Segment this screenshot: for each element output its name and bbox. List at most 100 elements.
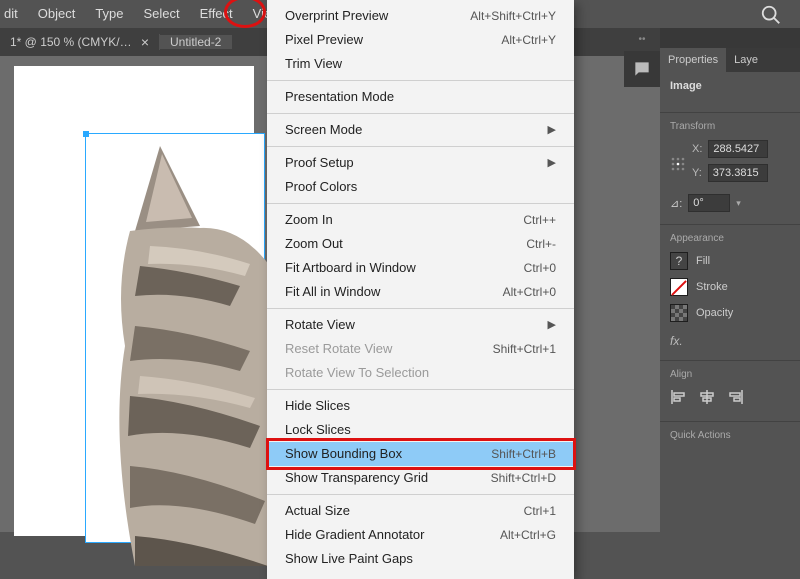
section-transform: Transform X: Y: ⊿: ▾	[660, 113, 800, 225]
opacity-swatch[interactable]	[670, 304, 688, 322]
menu-item-label: Zoom In	[285, 211, 333, 229]
menu-item-hide-gradient-annotator[interactable]: Hide Gradient Annotator Alt+Ctrl+G	[267, 523, 574, 547]
section-quick-actions: Quick Actions	[660, 422, 800, 461]
panel-dock: ••	[624, 28, 660, 100]
menu-item-fit-artboard-in-window[interactable]: Fit Artboard in Window Ctrl+0	[267, 256, 574, 280]
menu-item-label: Show Transparency Grid	[285, 469, 428, 487]
menu-item-screen-mode[interactable]: Screen Mode ▶	[267, 118, 574, 142]
menu-separator	[267, 80, 574, 81]
transform-angle-input[interactable]	[688, 194, 730, 212]
comments-icon[interactable]	[624, 51, 660, 87]
menu-item-label: Hide Gradient Annotator	[285, 526, 424, 544]
stroke-label: Stroke	[696, 281, 728, 293]
menu-item-label: Fit Artboard in Window	[285, 259, 416, 277]
fx-label[interactable]: fx.	[670, 330, 790, 348]
menu-item-label: Reset Rotate View	[285, 340, 392, 358]
menu-item-label: Proof Colors	[285, 178, 357, 196]
opacity-label: Opacity	[696, 307, 733, 319]
menu-item-show-live-paint-gaps[interactable]: Show Live Paint Gaps	[267, 547, 574, 571]
menu-item-trim-view[interactable]: Trim View	[267, 52, 574, 76]
menu-separator	[267, 203, 574, 204]
dock-grip[interactable]: ••	[624, 28, 660, 45]
menu-item-shortcut: Shift+Ctrl+B	[491, 445, 556, 463]
menu-separator	[267, 113, 574, 114]
panel-tabs: Properties Laye	[660, 48, 800, 72]
menu-separator	[267, 389, 574, 390]
menu-item-label: Show Live Paint Gaps	[285, 550, 413, 568]
document-tab-0[interactable]: 1* @ 150 % (CMYK/Preview) ×	[0, 34, 160, 50]
menu-item-shortcut: Ctrl+-	[526, 235, 556, 253]
section-appearance: Appearance ? Fill Stroke Opacity fx.	[660, 225, 800, 361]
menu-item-label: Fit All in Window	[285, 283, 380, 301]
document-tab-0-label: 1* @ 150 % (CMYK/Preview)	[10, 35, 133, 49]
menu-item-hide-slices[interactable]: Hide Slices	[267, 394, 574, 418]
close-icon[interactable]: ×	[141, 34, 149, 50]
menu-item-fit-all-in-window[interactable]: Fit All in WindowAlt+Ctrl+0	[267, 280, 574, 304]
menu-item-label: Proof Setup	[285, 154, 354, 172]
menu-item-shortcut: Ctrl+1	[524, 502, 556, 520]
tab-layers[interactable]: Laye	[726, 48, 766, 72]
menu-object[interactable]: Object	[28, 0, 86, 28]
transform-x-input[interactable]	[708, 140, 768, 158]
menu-item-label: Rotate View	[285, 316, 355, 334]
menu-item-rotate-view[interactable]: Rotate View ▶	[267, 313, 574, 337]
menu-item-label: Actual Size	[285, 502, 350, 520]
menu-item-label: Screen Mode	[285, 121, 362, 139]
menu-item-zoom-out[interactable]: Zoom Out Ctrl+-	[267, 232, 574, 256]
menu-item-label: Overprint Preview	[285, 7, 388, 25]
menu-item-lock-slices[interactable]: Lock Slices	[267, 418, 574, 442]
align-hcenter-icon[interactable]	[698, 388, 716, 409]
menu-item-actual-size[interactable]: Actual Size Ctrl+1	[267, 499, 574, 523]
search-icon[interactable]	[760, 4, 782, 26]
menu-item-label: Hide Slices	[285, 397, 350, 415]
section-align-title: Align	[670, 369, 790, 380]
align-left-icon[interactable]	[670, 388, 688, 409]
menu-item-label: Rotate View To Selection	[285, 364, 429, 382]
document-tab-1-label: Untitled-2	[170, 35, 221, 49]
menu-separator	[267, 494, 574, 495]
menu-item-label: Zoom Out	[285, 235, 343, 253]
menu-item-zoom-in[interactable]: Zoom InCtrl++	[267, 208, 574, 232]
chevron-right-icon: ▶	[548, 316, 556, 334]
chevron-right-icon: ▶	[548, 154, 556, 172]
dropdown-chevron-icon[interactable]: ▾	[736, 198, 741, 209]
menu-type[interactable]: Type	[85, 0, 133, 28]
menu-separator	[267, 308, 574, 309]
menu-item-presentation-mode[interactable]: Presentation Mode	[267, 85, 574, 109]
menu-item-proof-colors[interactable]: Proof Colors	[267, 175, 574, 199]
section-align: Align	[660, 361, 800, 422]
section-transform-title: Transform	[670, 121, 790, 132]
menu-item-reset-rotate-view: Reset Rotate View Shift+Ctrl+1	[267, 337, 574, 361]
fill-label: Fill	[696, 255, 710, 267]
tab-properties[interactable]: Properties	[660, 48, 726, 72]
artwork-cat[interactable]	[80, 136, 270, 566]
fill-swatch[interactable]: ?	[670, 252, 688, 270]
menu-item-shortcut: Alt+Shift+Ctrl+Y	[470, 7, 556, 25]
transform-y-input[interactable]	[708, 164, 768, 182]
transform-y-label: Y:	[692, 167, 702, 179]
menu-select[interactable]: Select	[134, 0, 190, 28]
section-appearance-title: Appearance	[670, 233, 790, 244]
menu-item-shortcut: Shift+Ctrl+1	[493, 340, 556, 358]
menu-item-overprint-preview[interactable]: Overprint Preview Alt+Shift+Ctrl+Y	[267, 4, 574, 28]
properties-panel: Properties Laye Image Transform X: Y:	[660, 48, 800, 532]
menu-item-label: Presentation Mode	[285, 88, 394, 106]
menu-item-shortcut: Alt+Ctrl+G	[500, 526, 556, 544]
section-kind: Image	[660, 72, 800, 113]
menu-item-show-bounding-box[interactable]: Show Bounding BoxShift+Ctrl+B	[267, 442, 574, 466]
menu-item-show-transparency-grid[interactable]: Show Transparency Grid Shift+Ctrl+D	[267, 466, 574, 490]
reference-point-icon[interactable]	[670, 150, 686, 178]
transform-x-label: X:	[692, 143, 702, 155]
menu-item-rotate-view-to-selection: Rotate View To Selection	[267, 361, 574, 385]
stroke-swatch[interactable]	[670, 278, 688, 296]
menu-effect[interactable]: Effect	[190, 0, 243, 28]
menu-item-shortcut: Ctrl+0	[524, 259, 556, 277]
menu-item-pixel-preview[interactable]: Pixel PreviewAlt+Ctrl+Y	[267, 28, 574, 52]
menu-item-shortcut: Shift+Ctrl+D	[491, 469, 556, 487]
document-tab-1[interactable]: Untitled-2	[160, 35, 232, 49]
menu-item-label: Pixel Preview	[285, 31, 363, 49]
menu-edit[interactable]: dit	[4, 0, 28, 28]
chevron-right-icon: ▶	[548, 121, 556, 139]
menu-item-proof-setup[interactable]: Proof Setup ▶	[267, 151, 574, 175]
align-right-icon[interactable]	[726, 388, 744, 409]
